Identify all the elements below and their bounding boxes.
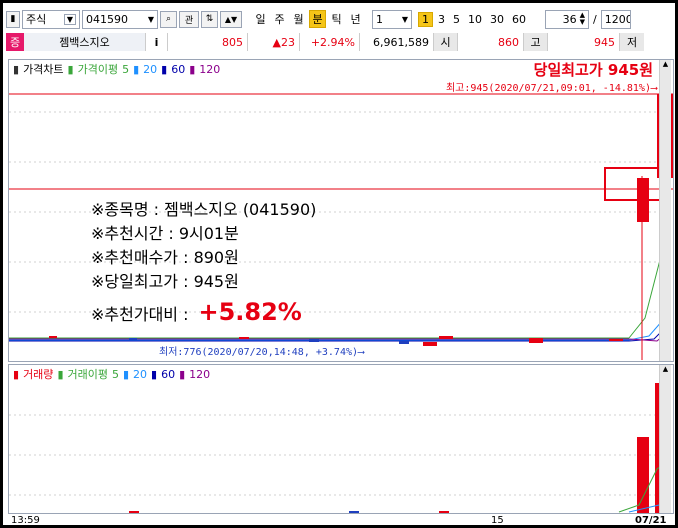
low-annotation: 최저:776(2020/07/20,14:48, +3.74%)⟶ [159, 347, 365, 358]
spin-updown-button[interactable]: ▲▼ [220, 10, 242, 28]
candle [309, 339, 319, 342]
ma20-line-tail [628, 319, 664, 341]
period-day[interactable]: 일 [252, 11, 269, 27]
candle [423, 342, 437, 346]
scroll-up-button[interactable]: ▲ [660, 365, 671, 377]
total-input[interactable]: 1200 [600, 9, 631, 29]
interval-60[interactable]: 60 [509, 13, 529, 26]
volume-chart-panel[interactable]: ▮ 거래량 ▮ 거래이평 5 ▮ 20 ▮ 60 ▮ 120 ▲ [8, 364, 674, 514]
menu-icon[interactable]: ▮ [6, 10, 20, 28]
candle [129, 338, 137, 340]
quote-bar: 증 젬백스지오 i 805 ▲23 +2.94% 6,961,589 시 860… [6, 32, 678, 52]
info-button[interactable]: i [146, 33, 168, 51]
interval-5[interactable]: 5 [450, 13, 463, 26]
period-year[interactable]: 년 [347, 11, 364, 27]
interval-10[interactable]: 10 [465, 13, 485, 26]
candle [399, 341, 409, 344]
code-value: 041590 [86, 12, 128, 26]
interval-1[interactable]: 1 [418, 11, 433, 27]
market-select[interactable]: 주식 ▼ [22, 9, 80, 29]
high-price: 945 [548, 33, 620, 51]
period-month[interactable]: 월 [290, 11, 307, 27]
candle [637, 178, 649, 222]
change-percent: +2.94% [300, 33, 360, 51]
code-input[interactable]: 041590 ▼ [82, 9, 158, 29]
interval-select[interactable]: 1 ▼ [372, 9, 412, 29]
candle [529, 338, 543, 343]
interval-30[interactable]: 30 [487, 13, 507, 26]
volume-bar [349, 511, 359, 513]
slash-separator: / [593, 12, 597, 26]
market-value: 주식 [26, 13, 47, 26]
count-input[interactable]: 36 ▲ ▼ [545, 9, 589, 29]
ma5-line-tail [628, 255, 662, 339]
interval-value: 1 [376, 12, 383, 26]
overlay-vs-value: +5.82% [198, 298, 302, 326]
overlay-recommend-time: ※추천시간 : 9시01분 [91, 224, 239, 243]
volume-bar [637, 437, 649, 513]
chevron-down-icon: ▼ [401, 14, 408, 24]
chart-window: ▮ 주식 ▼ 041590 ▼ ⌕ 관 ⇅ ▲▼ 일 주 월 분 틱 년 1 ▼… [0, 0, 678, 528]
overlay-day-high: ※당일최고가 : 945원 [91, 272, 239, 291]
market-tag: 증 [6, 33, 24, 51]
candle [609, 339, 623, 341]
total-value: 1200 [604, 12, 631, 26]
scroll-up-button[interactable]: ▲ [660, 60, 671, 72]
x-axis-label-mid: 15 [491, 515, 504, 526]
price-chart-panel[interactable]: ▮ 가격차트 ▮ 가격이평 5 ▮ 20 ▮ 60 ▮ 120 당일최고가 94… [8, 59, 674, 362]
x-axis-label-start: 13:59 [11, 515, 40, 526]
volume-chart-canvas [9, 383, 673, 513]
period-minute[interactable]: 분 [309, 10, 326, 28]
count-value: 36 [562, 12, 577, 26]
high-label: 고 [524, 33, 548, 51]
volume-bar [439, 511, 449, 513]
candle [49, 336, 57, 338]
period-week[interactable]: 주 [271, 11, 288, 27]
stock-name[interactable]: 젬백스지오 [24, 33, 146, 51]
volume-scrollbar[interactable]: ▲ [659, 365, 671, 513]
chevron-down-icon: ▼ [147, 14, 154, 24]
candle [239, 337, 249, 339]
trade-volume: 6,961,589 [360, 33, 434, 51]
gwan-button[interactable]: 관 [179, 10, 199, 28]
compare-icon[interactable]: ⇅ [201, 10, 218, 28]
volume-bar [129, 511, 139, 513]
x-axis-label-end: 07/21 [635, 515, 667, 526]
interval-3[interactable]: 3 [435, 13, 448, 26]
chevron-down-icon: ▼ [63, 13, 76, 25]
overlay-recommend-price: ※추천매수가 : 890원 [91, 248, 239, 267]
low-label: 저 [620, 33, 644, 51]
candle [439, 336, 453, 339]
overlay-vs-label: ※추천가대비 : [91, 305, 189, 324]
price-change: ▲23 [248, 33, 300, 51]
open-price: 860 [458, 33, 524, 51]
open-label: 시 [434, 33, 458, 51]
search-icon[interactable]: ⌕ [160, 10, 177, 28]
overlay-vs-recommend: ※추천가대비 : +5.82% [91, 300, 316, 327]
period-tick[interactable]: 틱 [328, 11, 345, 27]
price-scrollbar[interactable]: ▲ [659, 60, 671, 361]
toolbar-row-1: ▮ 주식 ▼ 041590 ▼ ⌕ 관 ⇅ ▲▼ 일 주 월 분 틱 년 1 ▼… [6, 8, 678, 30]
recommendation-overlay: ※종목명 : 젬백스지오 (041590) ※추천시간 : 9시01분 ※추천매… [91, 198, 316, 327]
overlay-stock-name: ※종목명 : 젬백스지오 (041590) [91, 200, 317, 219]
current-price: 805 [168, 33, 248, 51]
spin-icon: ▲ ▼ [579, 11, 585, 26]
